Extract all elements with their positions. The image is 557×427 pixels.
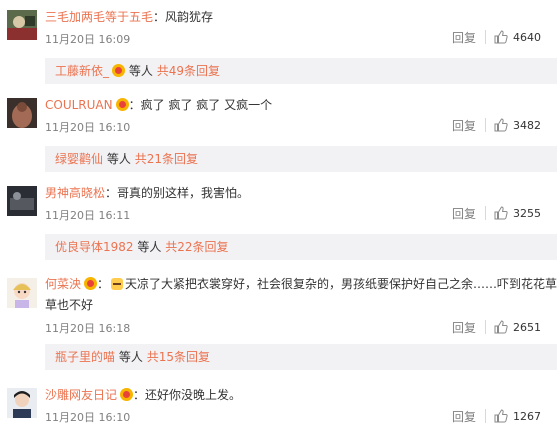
view-replies-link[interactable]: 共22条回复 <box>165 240 228 254</box>
reply-button[interactable]: 回复 <box>452 205 476 222</box>
comment-content: COULRUAN ：疯了 疯了 疯了 又疯一个 <box>45 97 272 113</box>
colon-separator: ： <box>133 388 146 402</box>
replies-etc-label: 等人 <box>106 152 131 166</box>
reply-button[interactable]: 回复 <box>452 29 476 46</box>
vip-badge-icon <box>84 277 98 290</box>
comment-item: 男神高晓松：哥真的别这样，我害怕。 11月20日 16:11 回复 3255 优… <box>0 176 557 264</box>
comment-text: 风韵犹存 <box>165 10 214 24</box>
like-count[interactable]: 3482 <box>513 119 541 132</box>
avatar[interactable] <box>7 10 37 40</box>
comment-time: 11月20日 16:11 <box>45 209 131 222</box>
comment-text-continued: 草也不好 <box>45 298 94 312</box>
divider <box>485 30 486 44</box>
username-link[interactable]: COULRUAN <box>45 98 113 112</box>
replies-summary[interactable]: 优良导体1982 等人 共22条回复 <box>45 234 557 260</box>
avatar[interactable] <box>7 186 37 216</box>
colon-separator: ： <box>97 277 110 291</box>
username-link[interactable]: 何菜泱 <box>45 277 81 291</box>
comment-time: 11月20日 16:09 <box>45 33 131 46</box>
replies-etc-label: 等人 <box>128 64 153 78</box>
vip-badge-icon <box>120 388 134 401</box>
divider <box>485 409 486 423</box>
thumbs-up-icon[interactable] <box>494 320 508 334</box>
like-count[interactable]: 2651 <box>513 321 541 334</box>
divider <box>485 320 486 334</box>
avatar[interactable] <box>7 98 37 128</box>
comment-text: 哥真的别这样，我害怕。 <box>117 186 250 200</box>
reply-username-link[interactable]: 绿婴鹳仙 <box>55 152 103 166</box>
reply-button[interactable]: 回复 <box>452 408 476 425</box>
vip-badge-icon <box>115 98 129 111</box>
username-link[interactable]: 沙雕网友日记 <box>45 388 117 402</box>
replies-summary[interactable]: 瓶子里的喵 等人 共15条回复 <box>45 344 557 370</box>
like-count[interactable]: 3255 <box>513 207 541 220</box>
like-count[interactable]: 1267 <box>513 410 541 423</box>
view-replies-link[interactable]: 共21条回复 <box>135 152 198 166</box>
replies-etc-label: 等人 <box>118 350 143 364</box>
comment-item: COULRUAN ：疯了 疯了 疯了 又疯一个 11月20日 16:10 回复 3… <box>0 88 557 176</box>
emoji-icon <box>111 278 124 290</box>
like-count[interactable]: 4640 <box>513 31 541 44</box>
username-link[interactable]: 男神高晓松 <box>45 186 105 200</box>
avatar[interactable] <box>7 388 37 418</box>
comment-content: 沙雕网友日记 ：还好你没晚上发。 <box>45 387 241 403</box>
reply-username-link[interactable]: 优良导体1982 <box>55 240 134 254</box>
comment-time: 11月20日 16:10 <box>45 121 131 134</box>
divider <box>485 206 486 220</box>
replies-summary[interactable]: 工藤新依_ 等人 共49条回复 <box>45 58 557 84</box>
comment-text: 天凉了大紧把衣裳穿好，社会很复杂的，男孩纸要保护好自己之余……吓到花花草 <box>125 277 557 291</box>
comment-content: 男神高晓松：哥真的别这样，我害怕。 <box>45 185 249 201</box>
reply-username-link[interactable]: 瓶子里的喵 <box>55 350 115 364</box>
username-link[interactable]: 三毛加两毛等于五毛 <box>45 10 153 24</box>
comment-content: 何菜泱 ： 天凉了大紧把衣裳穿好，社会很复杂的，男孩纸要保护好自己之余……吓到花花草 <box>45 276 557 292</box>
thumbs-up-icon[interactable] <box>494 206 508 220</box>
thumbs-up-icon[interactable] <box>494 409 508 423</box>
divider <box>485 118 486 132</box>
vip-badge-icon <box>112 64 126 77</box>
reply-button[interactable]: 回复 <box>452 117 476 134</box>
comment-content: 三毛加两毛等于五毛：风韵犹存 <box>45 9 213 25</box>
reply-button[interactable]: 回复 <box>452 319 476 336</box>
replies-summary[interactable]: 绿婴鹳仙 等人 共21条回复 <box>45 146 557 172</box>
replies-etc-label: 等人 <box>137 240 162 254</box>
comment-time: 11月20日 16:18 <box>45 322 131 335</box>
comment-item: 何菜泱 ： 天凉了大紧把衣裳穿好，社会很复杂的，男孩纸要保护好自己之余……吓到花花草… <box>0 264 557 376</box>
comment-text: 还好你没晚上发。 <box>145 388 242 402</box>
comment-item: 三毛加两毛等于五毛：风韵犹存 11月20日 16:09 回复 4640 工藤新依… <box>0 0 557 88</box>
colon-separator: ： <box>153 10 166 24</box>
view-replies-link[interactable]: 共15条回复 <box>147 350 210 364</box>
thumbs-up-icon[interactable] <box>494 118 508 132</box>
colon-separator: ： <box>105 186 118 200</box>
thumbs-up-icon[interactable] <box>494 30 508 44</box>
comment-time: 11月20日 16:10 <box>45 411 131 424</box>
colon-separator: ： <box>128 98 141 112</box>
avatar[interactable] <box>7 278 37 308</box>
view-replies-link[interactable]: 共49条回复 <box>157 64 220 78</box>
comment-text: 疯了 疯了 疯了 又疯一个 <box>140 98 273 112</box>
comment-item: 沙雕网友日记 ：还好你没晚上发。 11月20日 16:10 回复 1267 <box>0 376 557 427</box>
reply-username-link[interactable]: 工藤新依_ <box>55 64 109 78</box>
